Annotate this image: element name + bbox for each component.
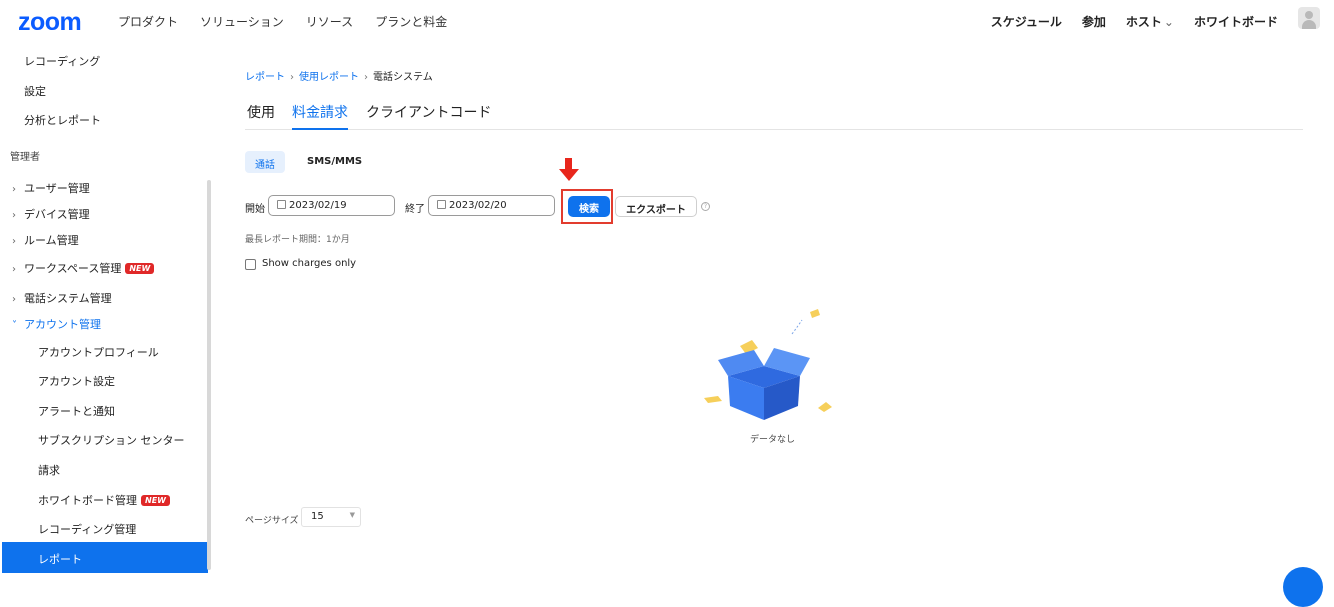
tab-usage[interactable]: 使用 (247, 102, 275, 122)
sidebar-item-whiteboard-management[interactable]: ホワイトボード管理 NEW (38, 492, 170, 508)
sidebar-item-analytics-reports[interactable]: 分析とレポート (24, 112, 101, 128)
end-date-input[interactable]: 2023/02/20 (428, 195, 555, 216)
sidebar-item-alerts-notifications[interactable]: アラートと通知 (38, 403, 115, 419)
start-date-value: 2023/02/19 (289, 200, 347, 211)
breadcrumb-current: 電話システム (373, 72, 433, 83)
start-date-label: 開始 (245, 204, 265, 215)
max-report-period: 最長レポート期間：1か月 (245, 235, 350, 245)
sidebar-item-billing[interactable]: 請求 (38, 462, 60, 478)
chevron-down-icon: ˅ (12, 320, 17, 331)
show-charges-checkbox[interactable] (245, 259, 256, 270)
nav-product[interactable]: プロダクト (118, 13, 178, 30)
end-date-label: 終了 (405, 204, 425, 215)
empty-box-illustration (704, 309, 832, 420)
tab-client-code[interactable]: クライアントコード (366, 102, 491, 122)
sidebar-item-device-management[interactable]: › デバイス管理 (12, 206, 90, 222)
nav-host[interactable]: ホスト ⌄ (1126, 13, 1174, 30)
empty-state-text: データなし (750, 435, 796, 445)
sidebar-item-user-management[interactable]: › ユーザー管理 (12, 180, 90, 196)
chevron-right-icon: › (12, 236, 16, 247)
chevron-right-icon: › (290, 72, 294, 83)
sidebar-item-label: 電話システム管理 (24, 292, 112, 305)
sidebar-item-label: ワークスペース管理 (24, 262, 122, 275)
sidebar-item-account-profile[interactable]: アカウントプロフィール (38, 344, 159, 360)
sidebar-item-account-settings[interactable]: アカウント設定 (38, 373, 115, 389)
avatar[interactable] (1298, 7, 1320, 29)
chevron-right-icon: › (12, 210, 16, 221)
sidebar-item-recording[interactable]: レコーディング (24, 53, 100, 69)
sidebar-item-reports[interactable]: レポート (2, 542, 208, 573)
start-date-input[interactable]: 2023/02/19 (268, 195, 395, 216)
sidebar-item-label: アカウント管理 (24, 318, 101, 331)
help-icon[interactable]: ? (701, 202, 710, 211)
chevron-right-icon: › (12, 264, 16, 275)
chevron-down-icon: ⌄ (1163, 15, 1174, 29)
top-bar: zoom プロダクト ソリューション リソース プランと料金 スケジュール 参加… (0, 0, 1334, 42)
calendar-icon (277, 200, 286, 209)
sidebar: レコーディング 設定 分析とレポート 管理者 › ユーザー管理 › デバイス管理 ›… (0, 42, 212, 573)
sidebar-scrollbar[interactable] (207, 180, 211, 570)
sidebar-item-settings[interactable]: 設定 (24, 83, 46, 99)
sidebar-item-recording-management[interactable]: レコーディング管理 (38, 521, 136, 537)
sidebar-item-account-management[interactable]: ˅ アカウント管理 (12, 316, 101, 332)
nav-resources[interactable]: リソース (306, 13, 353, 30)
sidebar-item-subscription-center[interactable]: サブスクリプション センター (38, 432, 185, 448)
sidebar-item-room-management[interactable]: › ルーム管理 (12, 232, 79, 248)
zoom-logo[interactable]: zoom (18, 8, 82, 37)
sidebar-item-phone-system-management[interactable]: › 電話システム管理 (12, 290, 112, 306)
tab-billing[interactable]: 料金請求 (292, 102, 348, 130)
show-charges-label[interactable]: Show charges only (262, 258, 356, 269)
sidebar-item-label: ルーム管理 (24, 234, 79, 247)
sidebar-item-label: ユーザー管理 (24, 182, 90, 195)
new-badge: NEW (125, 263, 155, 274)
page-size-value: 15 (311, 511, 324, 522)
nav-join[interactable]: 参加 (1082, 13, 1106, 30)
nav-whiteboard[interactable]: ホワイトボード (1194, 13, 1278, 30)
chevron-right-icon: › (12, 184, 16, 195)
subtab-sms-mms[interactable]: SMS/MMS (297, 151, 372, 173)
breadcrumb-reports[interactable]: レポート (245, 72, 285, 83)
help-chat-button[interactable] (1283, 567, 1323, 607)
sidebar-item-workspace-management[interactable]: › ワークスペース管理 NEW (12, 260, 155, 276)
nav-solutions[interactable]: ソリューション (200, 13, 284, 30)
search-button[interactable]: 検索 (568, 196, 610, 217)
sidebar-item-label: ホワイトボード管理 (38, 494, 137, 507)
sidebar-item-label: デバイス管理 (24, 208, 90, 221)
report-tabs: 使用 料金請求 クライアントコード (245, 102, 1303, 130)
export-button[interactable]: エクスポート (615, 196, 697, 217)
chevron-right-icon: › (364, 72, 368, 83)
top-nav-right: スケジュール 参加 ホスト ⌄ ホワイトボード (991, 13, 1278, 30)
nav-schedule[interactable]: スケジュール (991, 13, 1062, 30)
end-date-value: 2023/02/20 (449, 200, 507, 211)
top-nav-left: プロダクト ソリューション リソース プランと料金 (118, 13, 447, 30)
nav-plans-pricing[interactable]: プランと料金 (375, 13, 447, 30)
chevron-right-icon: › (12, 294, 16, 305)
nav-host-label: ホスト (1125, 15, 1162, 29)
page-size-select[interactable]: 15 ▼ (301, 507, 361, 527)
new-badge: NEW (141, 495, 170, 506)
subtab-calls[interactable]: 通話 (245, 151, 285, 173)
search-highlight-box: 検索 (561, 189, 613, 224)
breadcrumb: レポート › 使用レポート › 電話システム (245, 68, 433, 83)
caret-down-icon: ▼ (349, 511, 355, 519)
sidebar-admin-heading: 管理者 (10, 152, 40, 163)
calendar-icon (437, 200, 446, 209)
page-size-label: ページサイズ (245, 516, 299, 526)
breadcrumb-usage-reports[interactable]: 使用レポート (299, 72, 359, 83)
